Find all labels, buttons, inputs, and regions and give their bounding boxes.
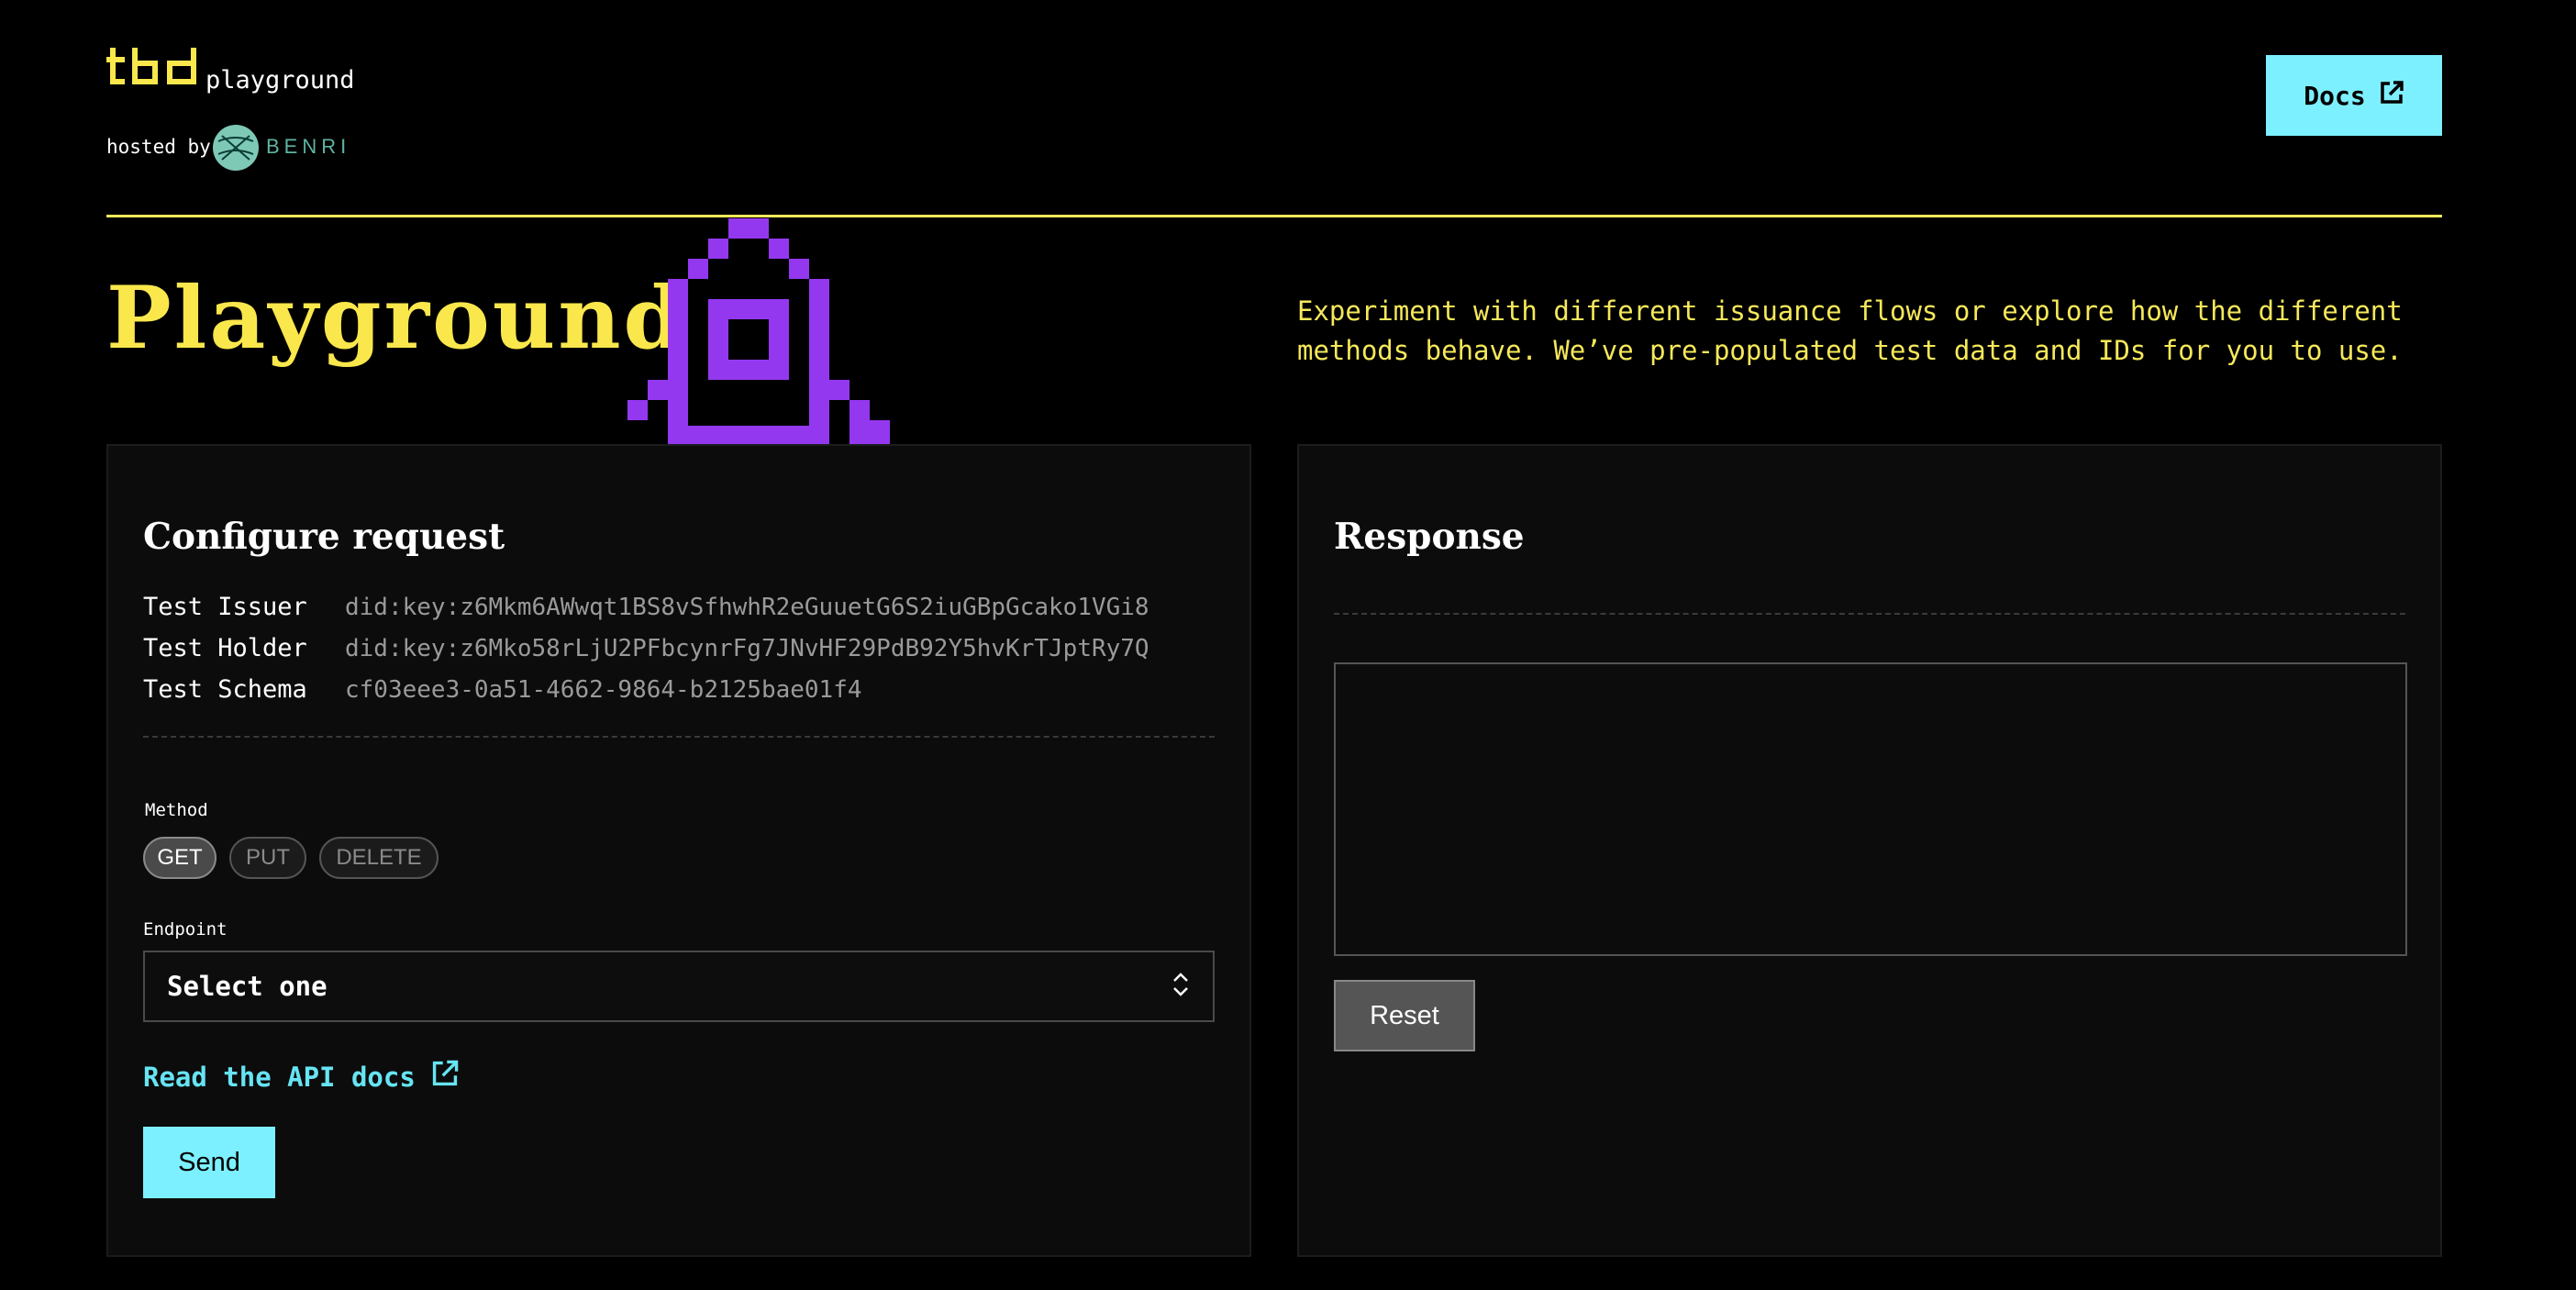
docs-button[interactable]: Docs (2266, 55, 2442, 136)
rocket-icon (626, 218, 890, 450)
configure-request-panel: Configure request Test Issuer did:key:z6… (106, 444, 1251, 1257)
test-schema-value: cf03eee3-0a51-4662-9864-b2125bae01f4 (345, 676, 862, 704)
response-panel: Response Reset (1297, 444, 2442, 1257)
api-docs-link-label: Read the API docs (143, 1061, 416, 1093)
external-link-icon (2379, 80, 2404, 112)
tbd-logo-mark (106, 48, 196, 84)
tbd-logo[interactable] (106, 48, 198, 94)
method-get-button[interactable]: GET (143, 837, 217, 879)
benri-logo-text: BENRI (266, 135, 351, 158)
endpoint-select-value: Select one (167, 971, 328, 1002)
endpoint-select[interactable]: Select one (143, 951, 1215, 1022)
header-divider (106, 215, 2442, 217)
docs-button-label: Docs (2304, 80, 2366, 111)
hosted-by-label: hosted by (106, 136, 211, 158)
response-title: Response (1334, 516, 1525, 558)
reset-button[interactable]: Reset (1334, 980, 1475, 1051)
test-holder-label: Test Holder (143, 634, 307, 662)
test-issuer-value: did:key:z6Mkm6AWwqt1BS8vSfhwhR2eGuuetG6S… (345, 594, 1149, 621)
test-schema-label: Test Schema (143, 675, 307, 704)
configure-request-title: Configure request (143, 516, 505, 558)
page-title: Playground (106, 268, 687, 369)
benri-logo-icon[interactable] (213, 125, 259, 171)
method-selector: GET PUT DELETE (143, 837, 439, 879)
test-holder-value: did:key:z6Mko58rLjU2PFbcynrFg7JNvHF29PdB… (345, 635, 1149, 662)
select-chevron-icon (1171, 970, 1191, 1003)
page-description: Experiment with different issuance flows… (1297, 295, 2403, 366)
external-link-icon (430, 1059, 460, 1095)
response-output[interactable] (1334, 662, 2407, 956)
logo-word: playground (205, 66, 355, 95)
method-label: Method (145, 800, 208, 820)
method-put-button[interactable]: PUT (229, 837, 306, 879)
send-button[interactable]: Send (143, 1127, 275, 1198)
response-divider (1334, 613, 2405, 615)
test-issuer-label: Test Issuer (143, 593, 307, 621)
endpoint-label: Endpoint (143, 919, 228, 940)
request-divider (143, 736, 1215, 738)
method-delete-button[interactable]: DELETE (319, 837, 439, 879)
api-docs-link[interactable]: Read the API docs (143, 1059, 460, 1095)
